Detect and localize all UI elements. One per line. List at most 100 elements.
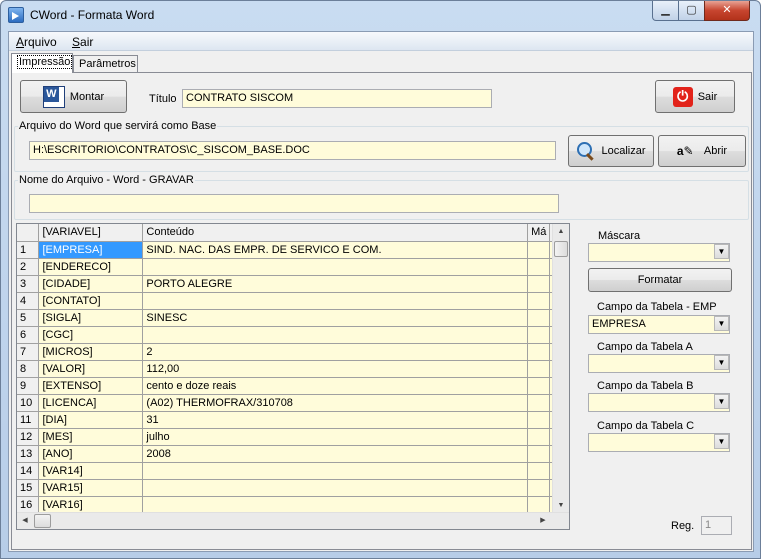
table-row[interactable]: 7 [MICROS] 2 <box>17 343 569 361</box>
conteudo-cell[interactable] <box>142 292 529 310</box>
mascara-cell[interactable] <box>527 445 551 463</box>
table-row[interactable]: 16 [VAR16] <box>17 496 569 514</box>
conteudo-cell[interactable] <box>142 258 529 276</box>
mascara-cell[interactable] <box>527 360 551 378</box>
variavel-cell[interactable]: [VAR16] <box>38 496 144 514</box>
emp-label: Campo da Tabela - EMP <box>597 301 717 313</box>
conteudo-cell[interactable]: cento e doze reais <box>142 377 529 395</box>
minimize-button[interactable]: ▁ <box>652 1 679 21</box>
table-row[interactable]: 6[CGC]C( <box>17 326 569 344</box>
variavel-cell[interactable]: [EXTENSO] <box>38 377 144 395</box>
table-row[interactable]: 9 [EXTENSO] cento e doze reais <box>17 377 569 395</box>
scroll-right-icon[interactable]: ▶ <box>535 513 551 529</box>
sair-button[interactable]: ⏻ Sair <box>655 80 735 113</box>
table-row[interactable]: 3[CIDADE]PORTO ALEGRECI <box>17 275 569 293</box>
mascara-cell[interactable] <box>527 343 551 361</box>
mascara-cell[interactable] <box>527 258 551 276</box>
conteudo-cell[interactable] <box>142 479 529 497</box>
mascara-cell[interactable] <box>527 275 551 293</box>
menu-sair[interactable]: Sair <box>72 35 93 49</box>
mascara-cell[interactable] <box>527 241 551 259</box>
table-row[interactable]: 2[ENDERECO]El <box>17 258 569 276</box>
table-row[interactable]: 11 [DIA] 31 <box>17 411 569 429</box>
grid-header-conteudo[interactable]: Conteúdo <box>142 224 529 242</box>
variavel-cell[interactable]: [CGC] <box>38 326 144 344</box>
variavel-cell[interactable]: [DIA] <box>38 411 144 429</box>
tab-parametros[interactable]: Parâmetros <box>73 55 138 73</box>
tabela-a-combo[interactable] <box>588 354 730 373</box>
maximize-button[interactable]: ▢ <box>678 1 705 21</box>
variavel-cell[interactable]: [CONTATO] <box>38 292 144 310</box>
table-row[interactable]: 4[CONTATO]C( <box>17 292 569 310</box>
formatar-button[interactable]: Formatar <box>588 268 732 292</box>
grid-vertical-scrollbar[interactable]: ▲ ▼ <box>552 224 569 514</box>
reg-field[interactable]: 1 <box>701 516 732 535</box>
mascara-cell[interactable] <box>527 479 551 497</box>
variables-grid[interactable]: [VARIAVEL] Conteúdo Má C 1[EMPRESA]SIND.… <box>16 223 570 530</box>
variavel-cell[interactable]: [ENDERECO] <box>38 258 144 276</box>
grid-horizontal-scrollbar[interactable]: ◀ ▶ <box>17 512 569 529</box>
mascara-cell[interactable] <box>527 394 551 412</box>
variavel-cell[interactable]: [SIGLA] <box>38 309 144 327</box>
conteudo-cell[interactable]: 112,00 <box>142 360 529 378</box>
tabela-c-combo[interactable] <box>588 433 730 452</box>
localizar-button[interactable]: Localizar <box>568 135 654 167</box>
tabela-b-combo[interactable] <box>588 393 730 412</box>
table-row[interactable]: 1 [EMPRESA] SIND. NAC. DAS EMPR. DE SERVIC… <box>17 241 569 259</box>
variavel-cell[interactable]: [ANO] <box>38 445 144 463</box>
montar-button[interactable]: Montar <box>20 80 127 113</box>
variavel-cell[interactable]: [EMPRESA] <box>38 241 144 259</box>
mascara-cell[interactable] <box>527 462 551 480</box>
variavel-cell[interactable]: [VAR14] <box>38 462 144 480</box>
variavel-cell[interactable]: [VAR15] <box>38 479 144 497</box>
mascara-cell[interactable] <box>527 411 551 429</box>
base-file-path-field[interactable]: H:\ESCRITORIO\CONTRATOS\C_SISCOM_BASE.DO… <box>29 141 556 160</box>
conteudo-cell[interactable]: (A02) THERMOFRAX/310708 <box>142 394 529 412</box>
save-file-name-field[interactable] <box>29 194 559 213</box>
close-button[interactable]: ✕ <box>704 1 750 21</box>
variavel-cell[interactable]: [MICROS] <box>38 343 144 361</box>
table-row[interactable]: 10 [LICENCA] (A02) THERMOFRAX/310708 <box>17 394 569 412</box>
montar-label: Montar <box>69 90 105 103</box>
conteudo-cell[interactable]: 2 <box>142 343 529 361</box>
conteudo-cell[interactable]: 31 <box>142 411 529 429</box>
mascara-cell[interactable] <box>527 377 551 395</box>
mascara-cell[interactable] <box>527 428 551 446</box>
table-row[interactable]: 13 [ANO] 2008 <box>17 445 569 463</box>
conteudo-cell[interactable]: 2008 <box>142 445 529 463</box>
conteudo-cell[interactable]: SIND. NAC. DAS EMPR. DE SERVICO E COM. <box>142 241 529 259</box>
variavel-cell[interactable]: [MES] <box>38 428 144 446</box>
conteudo-cell[interactable]: SINESC <box>142 309 529 327</box>
titulo-field[interactable]: CONTRATO SISCOM <box>182 89 492 108</box>
conteudo-cell[interactable]: julho <box>142 428 529 446</box>
table-row[interactable]: 15 [VAR15] <box>17 479 569 497</box>
menu-arquivo[interactable]: Arquivo <box>16 35 57 49</box>
variavel-cell[interactable]: [CIDADE] <box>38 275 144 293</box>
table-row[interactable]: 5[SIGLA]SINESCSI <box>17 309 569 327</box>
mascara-combo[interactable] <box>588 243 730 262</box>
tab-impressao[interactable]: Impressão <box>11 53 73 73</box>
mascara-cell[interactable] <box>527 326 551 344</box>
mascara-cell[interactable] <box>527 309 551 327</box>
mascara-cell[interactable] <box>527 292 551 310</box>
grid-vertical-scroll-thumb[interactable] <box>554 241 568 257</box>
table-row[interactable]: 14 [VAR14] <box>17 462 569 480</box>
conteudo-cell[interactable] <box>142 326 529 344</box>
variavel-cell[interactable]: [LICENCA] <box>38 394 144 412</box>
grid-header-variavel[interactable]: [VARIAVEL] <box>38 224 144 242</box>
table-row[interactable]: 8 [VALOR] 112,00 <box>17 360 569 378</box>
conteudo-cell[interactable] <box>142 462 529 480</box>
scroll-up-icon[interactable]: ▲ <box>553 224 569 240</box>
emp-combo[interactable]: EMPRESA <box>588 315 730 334</box>
variavel-cell[interactable]: [VALOR] <box>38 360 144 378</box>
grid-horizontal-scroll-thumb[interactable] <box>34 514 51 528</box>
conteudo-cell[interactable] <box>142 496 529 514</box>
conteudo-cell[interactable]: PORTO ALEGRE <box>142 275 529 293</box>
row-number-cell: 9 <box>17 377 40 395</box>
scroll-left-icon[interactable]: ◀ <box>17 513 33 529</box>
window-title: CWord - Formata Word <box>30 8 155 22</box>
grid-header-mascara[interactable]: Má <box>527 224 551 242</box>
table-row[interactable]: 12 [MES] julho <box>17 428 569 446</box>
abrir-button[interactable]: a✎ Abrir <box>658 135 746 167</box>
mascara-cell[interactable] <box>527 496 551 514</box>
